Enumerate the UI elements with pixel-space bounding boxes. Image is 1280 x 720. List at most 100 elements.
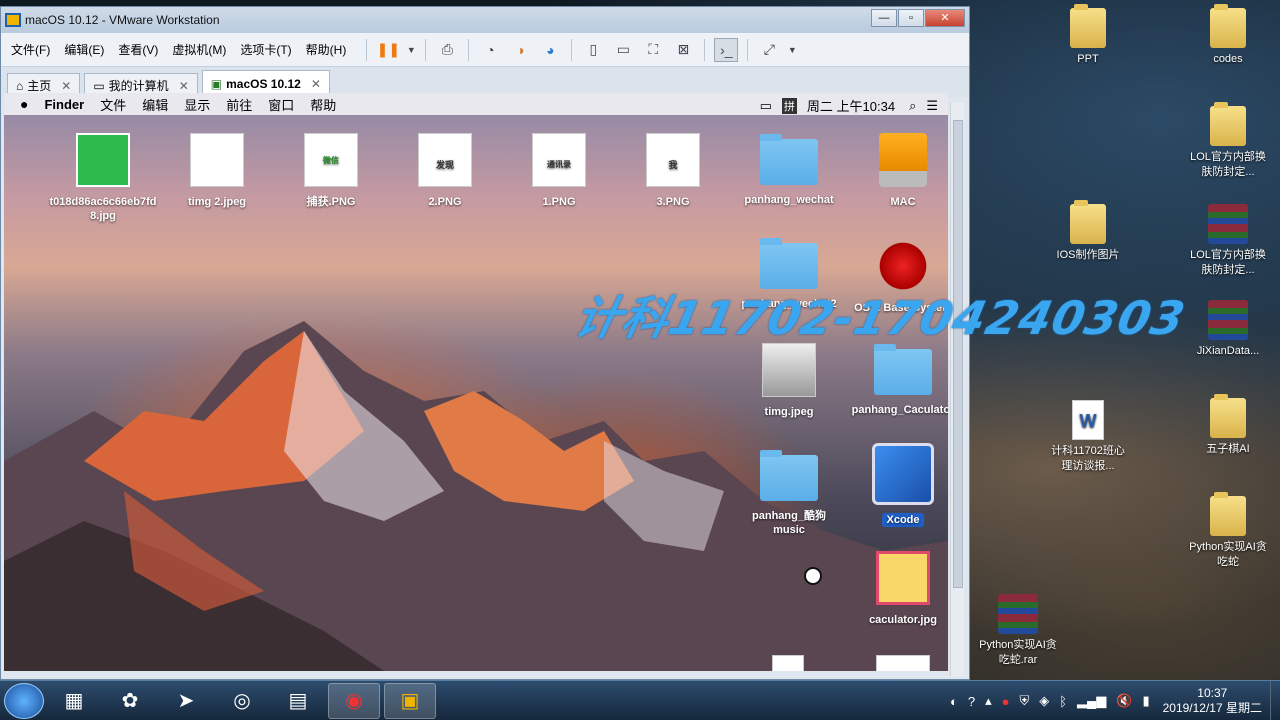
- desktop-icon-snake[interactable]: Python实现AI贪吃蛇: [1186, 492, 1270, 570]
- stretch-icon[interactable]: ⤢: [757, 38, 781, 62]
- spotlight-icon[interactable]: ⌕: [909, 98, 916, 114]
- mac-icon-xcode[interactable]: Xcode: [848, 443, 948, 527]
- mac-icon-mac-drive[interactable]: MAC: [848, 133, 948, 209]
- menu-view[interactable]: 查看(V): [118, 41, 158, 58]
- fullscreen-icon[interactable]: ⛶: [641, 38, 665, 62]
- mac-icon-wechat-img[interactable]: t018d86ac6c66eb7fd8.jpg: [48, 133, 158, 223]
- help-icon[interactable]: ?: [968, 694, 975, 709]
- mac-icon-timg[interactable]: timg.jpeg: [734, 343, 844, 419]
- restore-button[interactable]: ▫: [898, 9, 924, 27]
- tray-app-icon[interactable]: ◐: [950, 694, 958, 709]
- menu-clock[interactable]: 周二 上午10:34: [807, 96, 895, 115]
- menu-help[interactable]: 帮助: [310, 95, 336, 114]
- bluetooth-icon[interactable]: ᛒ: [1059, 694, 1067, 709]
- apple-icon[interactable]: ●: [20, 96, 28, 112]
- network-icon[interactable]: ▂▄▆: [1077, 693, 1106, 709]
- send-keys-icon[interactable]: ⎙: [435, 38, 459, 62]
- menu-vm[interactable]: 虚拟机(M): [172, 41, 226, 58]
- record-icon[interactable]: ●: [1002, 694, 1010, 709]
- chevron-down-icon[interactable]: ▼: [787, 38, 797, 62]
- desktop-icon-lol-1[interactable]: LOL官方内部换肤防封定...: [1186, 102, 1270, 180]
- word-doc-icon: W: [1072, 400, 1104, 440]
- unity-icon[interactable]: ⊠: [671, 38, 695, 62]
- desktop-icon-ppt[interactable]: PPT: [1046, 4, 1130, 67]
- start-button[interactable]: [4, 682, 44, 719]
- chevron-down-icon[interactable]: ▼: [406, 38, 416, 62]
- revert-snapshot-icon[interactable]: ◑: [508, 38, 532, 62]
- taskbar-app-control-panel[interactable]: ▦: [48, 683, 100, 719]
- screenshot-thumbnail-icon: 微信: [304, 133, 358, 187]
- snapshot-manager-icon[interactable]: ◕: [538, 38, 562, 62]
- taskbar-app-browser[interactable]: ◎: [216, 683, 268, 719]
- taskbar-app-baidu[interactable]: ✿: [104, 683, 156, 719]
- vmware-app-icon: [5, 13, 21, 27]
- show-hidden-icons-icon[interactable]: ▴: [985, 693, 992, 709]
- display-icon[interactable]: ▭: [760, 98, 772, 114]
- close-icon[interactable]: ✕: [61, 79, 71, 93]
- menu-go[interactable]: 前往: [226, 95, 252, 114]
- show-desktop-button[interactable]: [1270, 681, 1280, 720]
- title-bar[interactable]: macOS 10.12 - VMware Workstation — ▫ ✕: [1, 7, 969, 33]
- clock-time: 10:37: [1197, 686, 1228, 700]
- desktop-icon-ios-images[interactable]: IOS制作图片: [1046, 200, 1130, 263]
- window-title: macOS 10.12 - VMware Workstation: [25, 13, 220, 27]
- menu-finder[interactable]: Finder: [44, 97, 84, 112]
- folder-icon: [760, 134, 818, 185]
- close-icon[interactable]: ✕: [311, 77, 321, 91]
- minimize-button[interactable]: —: [871, 9, 897, 27]
- sidebar-view-icon[interactable]: ▯: [581, 38, 605, 62]
- profile-thumbnail-icon: 我: [646, 133, 700, 187]
- update-icon[interactable]: ◈: [1039, 693, 1049, 709]
- vertical-scrollbar[interactable]: [950, 102, 964, 676]
- mac-icon-timg2[interactable]: timg 2.jpeg: [162, 133, 272, 209]
- mac-icon-panhang-wechat[interactable]: panhang_wechat: [734, 134, 844, 207]
- mac-icon-panhang-kugou[interactable]: panhang_酷狗music: [734, 450, 844, 537]
- mac-icon-capture[interactable]: 微信 捕获.PNG: [276, 133, 386, 209]
- thumbnail-view-icon[interactable]: ▭: [611, 38, 635, 62]
- desktop-icon-codes[interactable]: codes: [1186, 4, 1270, 67]
- folder-icon: [1210, 4, 1246, 48]
- mac-icon-panhang-caculator[interactable]: panhang_Caculator: [848, 344, 948, 417]
- busy-cursor-icon: [804, 567, 822, 585]
- system-tray: ◐ ? ▴ ● ⛨ ◈ ᛒ ▂▄▆ 🔇 ▮ 10:37 2019/12/17 星…: [945, 681, 1280, 720]
- taskbar: ▦ ✿ ➤ ◎ ▤ ◉ ▣ ◐ ? ▴ ● ⛨ ◈ ᛒ ▂▄▆ 🔇 ▮ 10:3…: [0, 680, 1280, 720]
- desktop-icon-jixiandata[interactable]: JiXianData...: [1186, 300, 1270, 359]
- menu-edit[interactable]: 编辑(E): [64, 41, 104, 58]
- desktop-icon-gomoku[interactable]: 五子棋AI: [1186, 394, 1270, 457]
- mac-icon-1png[interactable]: 通讯录 1.PNG: [504, 133, 614, 209]
- menu-window[interactable]: 窗口: [268, 95, 294, 114]
- compass-thumbnail-icon: 发现: [418, 133, 472, 187]
- menu-view[interactable]: 显示: [184, 95, 210, 114]
- desktop-icon-report[interactable]: W 计科11702班心理访谈报...: [1046, 400, 1130, 474]
- toolbar-divider: [425, 38, 427, 61]
- folder-icon: [1210, 492, 1246, 536]
- close-icon[interactable]: ✕: [179, 79, 189, 93]
- menu-file[interactable]: 文件(F): [11, 41, 50, 58]
- folder-icon: [1210, 394, 1246, 438]
- snapshot-icon[interactable]: ◔: [478, 38, 502, 62]
- taskbar-app-recorder[interactable]: ◉: [328, 682, 380, 719]
- desktop-icon-snake-rar[interactable]: Python实现AI贪吃蛇.rar: [976, 594, 1060, 668]
- menu-tabs[interactable]: 选项卡(T): [240, 41, 291, 58]
- pause-icon[interactable]: ❚❚: [376, 38, 400, 62]
- scrollbar-thumb[interactable]: [953, 120, 963, 588]
- input-method-icon[interactable]: 拼: [781, 97, 797, 114]
- menu-edit[interactable]: 编辑: [142, 95, 168, 114]
- taskbar-app-vmware[interactable]: ▣: [384, 682, 436, 719]
- menu-help[interactable]: 帮助(H): [306, 41, 347, 58]
- security-icon[interactable]: ⛨: [1019, 693, 1029, 709]
- guest-screen[interactable]: ● Finder 文件 编辑 显示 前往 窗口 帮助 ▭ 拼 周二 上午10:3…: [4, 93, 948, 671]
- clock[interactable]: 10:37 2019/12/17 星期二: [1163, 686, 1262, 716]
- mac-icon-2png[interactable]: 发现 2.PNG: [390, 133, 500, 209]
- notification-center-icon[interactable]: ☰: [926, 98, 938, 114]
- close-button[interactable]: ✕: [925, 9, 965, 27]
- volume-muted-icon[interactable]: 🔇: [1116, 693, 1132, 709]
- menu-file[interactable]: 文件: [100, 95, 126, 114]
- mac-icon-3png[interactable]: 我 3.PNG: [618, 133, 728, 209]
- battery-icon[interactable]: ▮: [1142, 693, 1149, 709]
- mac-icon-caculator-jpg[interactable]: caculator.jpg: [848, 551, 948, 627]
- taskbar-app-feishu[interactable]: ➤: [160, 683, 212, 719]
- desktop-icon-lol-2[interactable]: LOL官方内部换肤防封定...: [1186, 204, 1270, 278]
- taskbar-app-explorer[interactable]: ▤: [272, 683, 324, 719]
- console-icon[interactable]: ›_: [714, 37, 739, 62]
